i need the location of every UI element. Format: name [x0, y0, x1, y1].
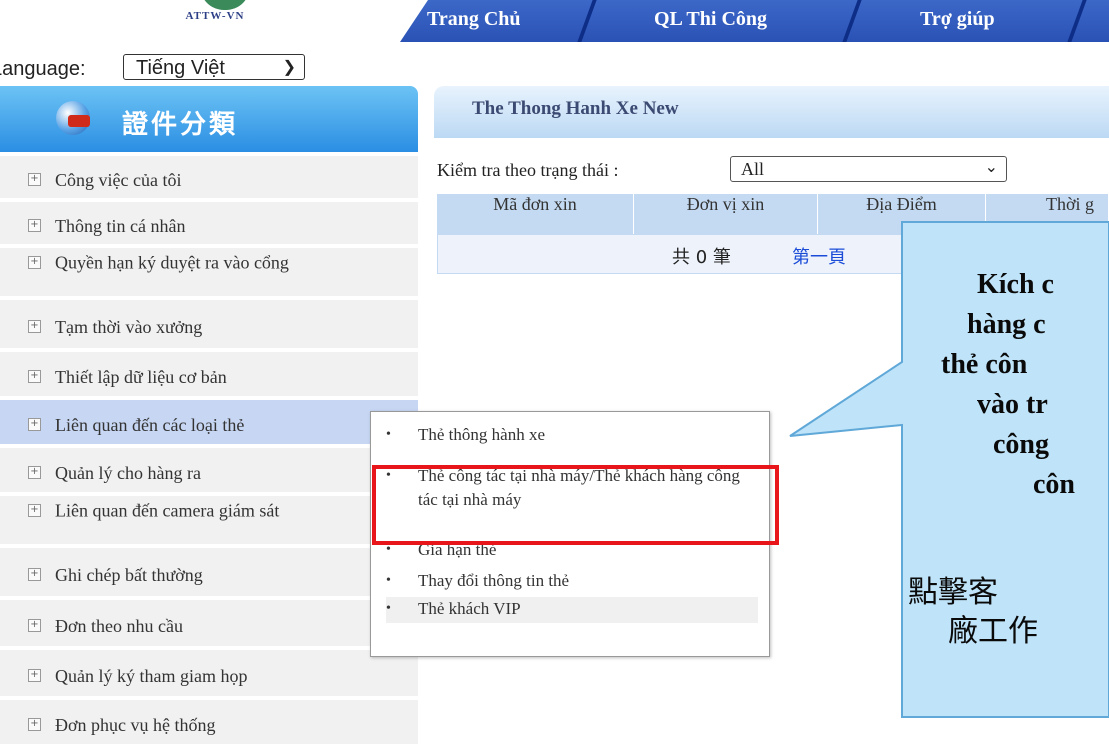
callout-text: Kích c hàng c thẻ côn vào tr công côn — [941, 269, 1075, 500]
callout-zh-line: 點擊客 — [908, 575, 998, 610]
submenu-item-vip-card[interactable]: • Thẻ khách VIP — [386, 597, 758, 623]
callout-zh-line: 廠工作 — [948, 614, 1038, 649]
highlight-box — [372, 465, 779, 545]
